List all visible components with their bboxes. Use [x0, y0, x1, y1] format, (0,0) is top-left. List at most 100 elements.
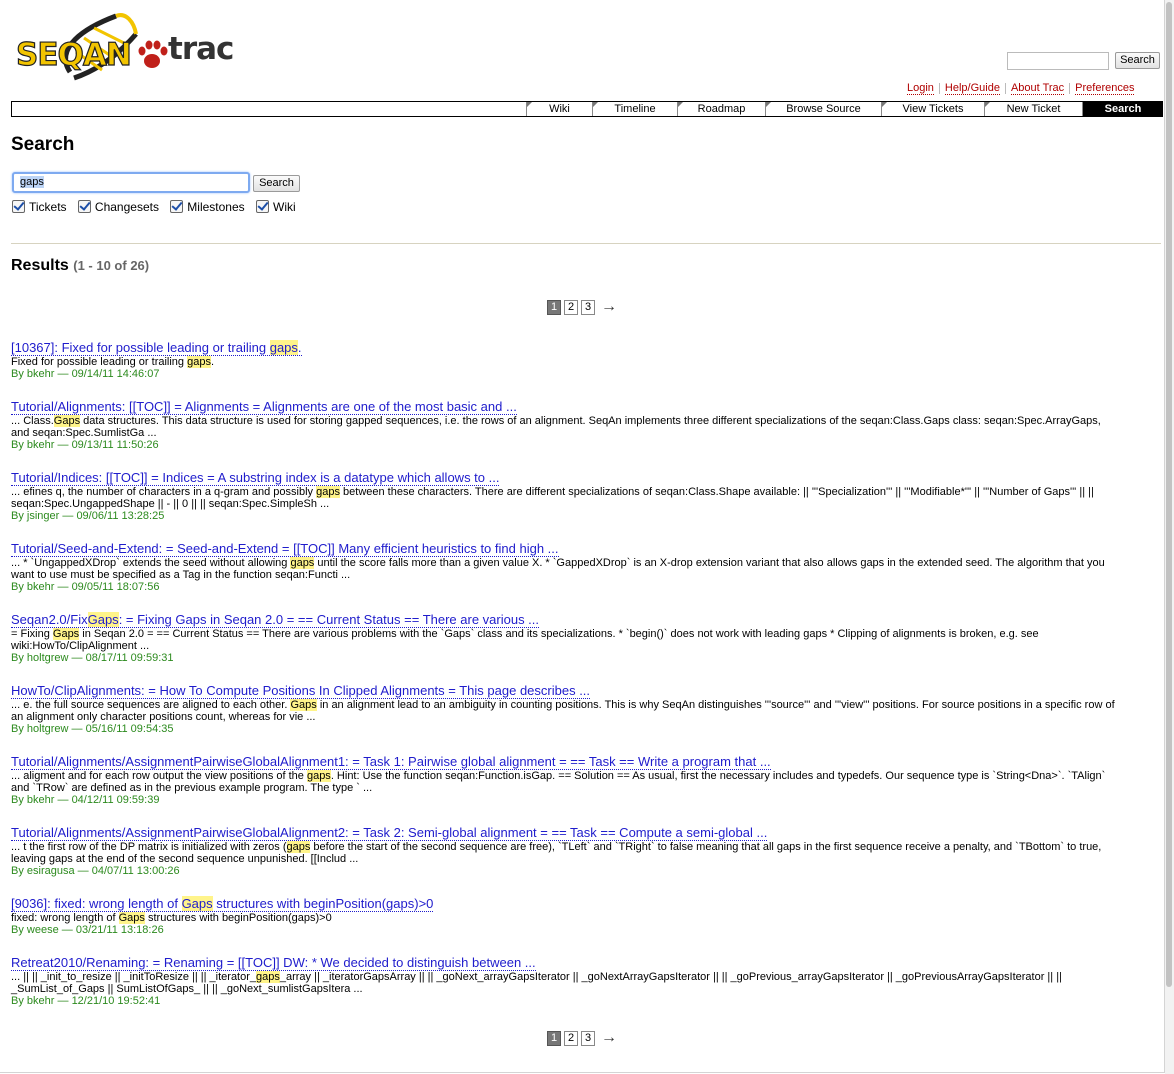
meta-nav: Login Help/Guide About Trac Preferences [907, 82, 1135, 95]
result-excerpt: ... Class.Gaps data structures. This dat… [11, 415, 1101, 439]
tab-timeline[interactable]: Timeline [592, 102, 677, 116]
tab-browse-source[interactable]: Browse Source [765, 102, 881, 116]
result-author: jsinger [26, 510, 60, 522]
filter-changesets[interactable]: Changesets [77, 200, 159, 214]
filter-wiki-label: Wiki [273, 200, 296, 214]
page-3-link[interactable]: 3 [581, 300, 595, 315]
login-link[interactable]: Login [907, 82, 934, 95]
results-heading: Results (1 - 10 of 26) [11, 257, 149, 275]
result-author: weese [26, 924, 59, 936]
result-excerpt: ... efines q, the number of characters i… [11, 486, 1094, 510]
result-meta: By bkehr — 09/13/11 11:50:26 [11, 439, 159, 451]
pager-top: 1 2 3 → [547, 298, 617, 316]
result-item: [9036]: fixed: wrong length of Gaps stru… [11, 896, 1141, 936]
search-query-text: gaps [20, 176, 44, 188]
result-item: Tutorial/Indices: [[TOC]] = Indices = A … [11, 470, 1141, 522]
preferences-link[interactable]: Preferences [1075, 82, 1135, 95]
filter-wiki[interactable]: Wiki [256, 200, 296, 214]
about-trac-link[interactable]: About Trac [1010, 82, 1065, 95]
filter-tickets[interactable]: Tickets [12, 200, 67, 214]
top-search-input[interactable] [1007, 52, 1109, 70]
result-item: Tutorial/Alignments: [[TOC]] = Alignment… [11, 399, 1141, 451]
result-title-link[interactable]: HowTo/ClipAlignments: = How To Compute P… [11, 683, 1141, 699]
filter-milestones-label: Milestones [187, 200, 245, 214]
result-meta: By bkehr — 09/05/11 18:07:56 [11, 581, 160, 593]
result-author: bkehr [26, 368, 55, 380]
result-title-link[interactable]: Tutorial/Alignments/AssignmentPairwiseGl… [11, 825, 1141, 841]
result-author: bkehr [26, 995, 55, 1007]
result-meta: By weese — 03/21/11 13:18:26 [11, 924, 164, 936]
result-author: bkehr [26, 439, 55, 451]
results-range: (1 - 10 of 26) [73, 258, 150, 273]
tab-search[interactable]: Search [1082, 102, 1163, 116]
result-date: 08/17/11 09:59:31 [85, 652, 174, 664]
result-title-link[interactable]: [9036]: fixed: wrong length of Gaps stru… [11, 896, 1141, 912]
result-meta: By bkehr — 04/12/11 09:59:39 [11, 794, 160, 806]
logo-trac-text: trac [168, 31, 234, 67]
tab-wiki[interactable]: Wiki [526, 102, 592, 116]
result-meta: By esiragusa — 04/07/11 13:00:26 [11, 865, 180, 877]
tab-roadmap[interactable]: Roadmap [677, 102, 765, 116]
page-3-link[interactable]: 3 [581, 1031, 595, 1046]
result-author: esiragusa [26, 865, 75, 877]
result-author: holtgrew [26, 652, 69, 664]
result-date: 09/05/11 18:07:56 [71, 581, 160, 593]
result-item: Tutorial/Alignments/AssignmentPairwiseGl… [11, 754, 1141, 806]
result-item: Retreat2010/Renaming: = Renaming = [[TOC… [11, 955, 1141, 1007]
result-meta: By holtgrew — 08/17/11 09:59:31 [11, 652, 174, 664]
result-item: Seqan2.0/FixGaps: = Fixing Gaps in Seqan… [11, 612, 1141, 664]
next-page-arrow[interactable]: → [601, 298, 617, 315]
result-excerpt: ... || || _init_to_resize || _initToResi… [11, 971, 1062, 995]
page-2-link[interactable]: 2 [564, 1031, 578, 1046]
result-date: 05/16/11 09:54:35 [85, 723, 174, 735]
paw-icon [138, 40, 168, 68]
result-author: bkehr [26, 794, 55, 806]
checkbox-milestones[interactable] [170, 200, 184, 213]
tab-view-tickets[interactable]: View Tickets [881, 102, 984, 116]
result-author: bkehr [26, 581, 55, 593]
results-label: Results [11, 257, 69, 274]
page-2-link[interactable]: 2 [564, 300, 578, 315]
result-date: 04/12/11 09:59:39 [71, 794, 160, 806]
tab-new-ticket[interactable]: New Ticket [984, 102, 1082, 116]
help-guide-link[interactable]: Help/Guide [944, 82, 1000, 95]
page-title: Search [11, 134, 75, 155]
result-title-link[interactable]: Tutorial/Seed-and-Extend: = Seed-and-Ext… [11, 541, 1141, 557]
scrollbar-thumb[interactable] [1166, 2, 1172, 987]
page-1-current: 1 [547, 300, 561, 315]
checkbox-changesets[interactable] [77, 200, 91, 213]
result-title-link[interactable]: Seqan2.0/FixGaps: = Fixing Gaps in Seqan… [11, 612, 1141, 628]
site-logo[interactable]: SEQAN trac [14, 8, 234, 84]
pager-bottom: 1 2 3 → [547, 1029, 617, 1047]
result-title-link[interactable]: Retreat2010/Renaming: = Renaming = [[TOC… [11, 955, 1141, 971]
next-page-arrow[interactable]: → [601, 1029, 617, 1046]
result-title-link[interactable]: Tutorial/Alignments/AssignmentPairwiseGl… [11, 754, 1141, 770]
search-button[interactable]: Search [253, 175, 300, 192]
search-filters: Tickets Changesets Milestones Wiki [12, 200, 304, 214]
result-excerpt: = Fixing Gaps in Seqan 2.0 = == Current … [11, 628, 1039, 652]
filter-changesets-label: Changesets [94, 200, 159, 214]
top-search-button[interactable]: Search [1115, 52, 1160, 69]
result-date: 09/13/11 11:50:26 [71, 439, 159, 451]
result-title-link[interactable]: [10367]: Fixed for possible leading or t… [11, 340, 1141, 356]
result-excerpt: Fixed for possible leading or trailing g… [11, 356, 215, 368]
result-excerpt: fixed: wrong length of Gaps structures w… [11, 912, 332, 924]
result-date: 04/07/11 13:00:26 [91, 865, 180, 877]
result-item: HowTo/ClipAlignments: = How To Compute P… [11, 683, 1141, 735]
result-excerpt: ... t the first row of the DP matrix is … [11, 841, 1102, 865]
search-input[interactable]: gaps [12, 172, 250, 193]
result-title-link[interactable]: Tutorial/Alignments: [[TOC]] = Alignment… [11, 399, 1141, 415]
result-meta: By jsinger — 09/06/11 13:28:25 [11, 510, 165, 522]
result-title-link[interactable]: Tutorial/Indices: [[TOC]] = Indices = A … [11, 470, 1141, 486]
result-date: 09/14/11 14:46:07 [71, 368, 160, 380]
result-excerpt: ... e. the full source sequences are ali… [11, 699, 1115, 723]
checkbox-wiki[interactable] [256, 200, 269, 213]
result-excerpt: ... * `UngappedXDrop` extends the seed w… [11, 557, 1105, 581]
result-date: 09/06/11 13:28:25 [76, 510, 165, 522]
filter-milestones[interactable]: Milestones [170, 200, 245, 214]
divider [11, 243, 1161, 244]
checkbox-tickets[interactable] [12, 200, 25, 213]
result-meta: By bkehr — 09/14/11 14:46:07 [11, 368, 160, 380]
filter-tickets-label: Tickets [29, 200, 67, 214]
main-nav: Wiki Timeline Roadmap Browse Source View… [11, 101, 1163, 117]
